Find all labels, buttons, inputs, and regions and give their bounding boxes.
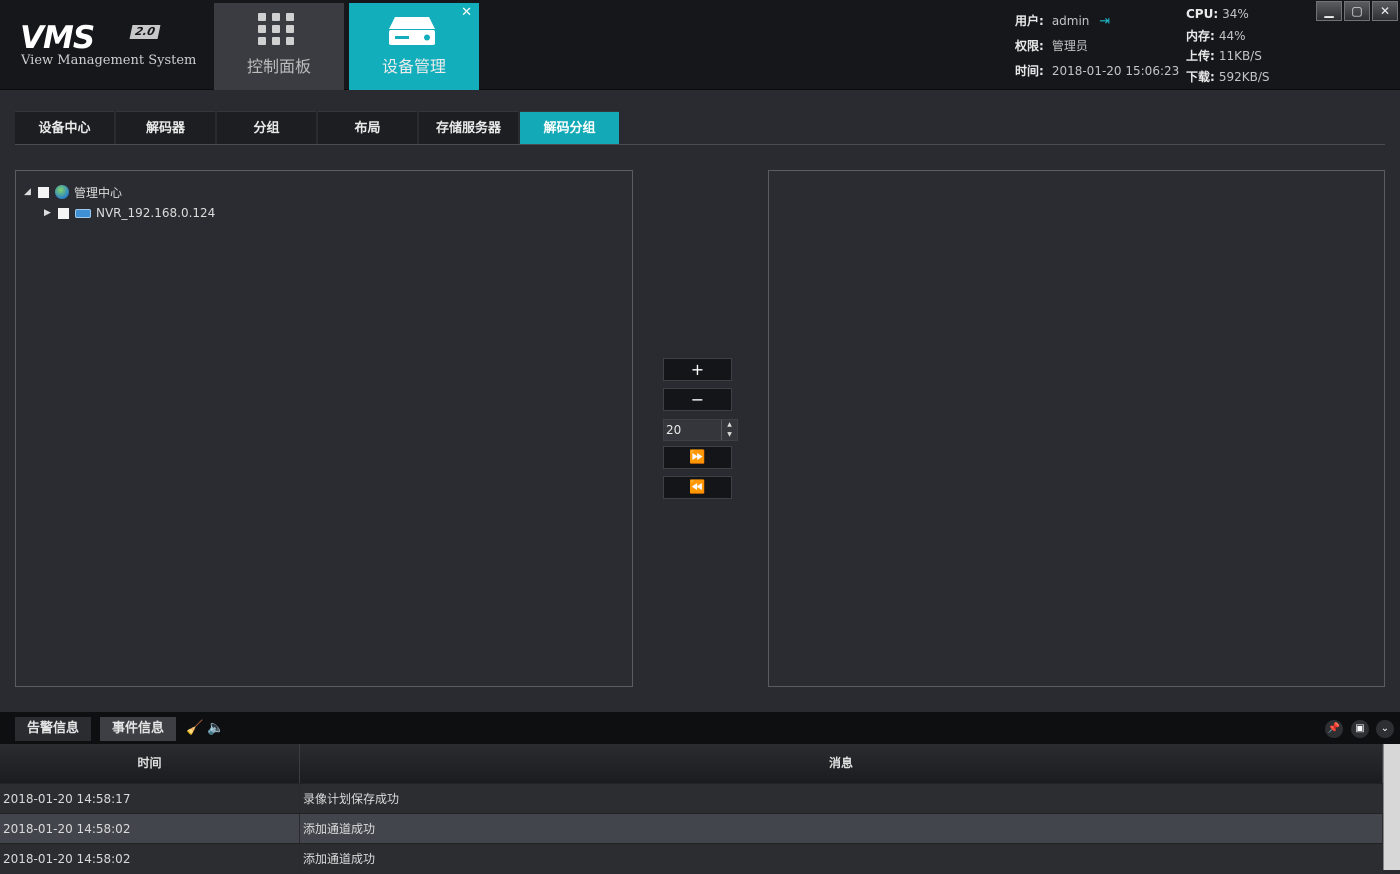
window-icon[interactable]: ▣ bbox=[1351, 720, 1369, 738]
memory-info: 内存: 44% bbox=[1186, 29, 1246, 43]
sub-tab-bar: 设备中心 解码器 分组 布局 存储服务器 解码分组 bbox=[15, 111, 619, 144]
speaker-icon[interactable]: 🔈 bbox=[207, 720, 224, 736]
pin-icon[interactable]: 📌 bbox=[1325, 720, 1343, 738]
add-button[interactable]: + bbox=[663, 358, 732, 381]
spin-up-icon[interactable]: ▲ bbox=[722, 420, 737, 430]
tab-label: 设备管理 bbox=[381, 57, 446, 76]
tab-event-info[interactable]: 事件信息 bbox=[100, 717, 177, 741]
maximize-button[interactable]: ▢ bbox=[1344, 1, 1370, 21]
device-tree-panel: ◢ 管理中心 ▶ NVR_192.168.0.124 bbox=[15, 170, 633, 687]
broom-icon[interactable]: 🧹 bbox=[186, 720, 203, 736]
upload-info: 上传: 11KB/S bbox=[1186, 49, 1262, 63]
move-all-right-button[interactable]: ⏩ bbox=[663, 446, 732, 469]
tab-decoder[interactable]: 解码器 bbox=[116, 111, 215, 144]
expand-arrow-icon[interactable]: ▶ bbox=[44, 208, 54, 218]
logout-icon[interactable]: ⇥ bbox=[1099, 14, 1110, 29]
app-header: VMS 2.0 View Management System 控制面板 设备管理… bbox=[0, 0, 1400, 90]
nvr-icon bbox=[75, 208, 91, 218]
collapse-arrow-icon[interactable]: ◢ bbox=[24, 187, 34, 197]
checkbox[interactable] bbox=[58, 207, 69, 219]
window-controls: ▁ ▢ ✕ bbox=[1316, 1, 1398, 21]
globe-icon bbox=[55, 185, 69, 199]
decode-group-panel bbox=[768, 170, 1385, 687]
table-row[interactable]: 2018-01-20 14:58:17 录像计划保存成功 bbox=[0, 783, 1383, 814]
time-info: 时间: 2018-01-20 15:06:23 bbox=[1015, 64, 1180, 78]
tab-control-panel[interactable]: 控制面板 bbox=[214, 3, 344, 90]
log-toolbar: 告警信息 事件信息 🧹 🔈 📌 ▣ ⌄ bbox=[0, 712, 1400, 744]
tree-node-label: 管理中心 bbox=[74, 185, 123, 200]
logo-subtitle: View Management System bbox=[21, 53, 197, 68]
col-time[interactable]: 时间 bbox=[0, 744, 300, 783]
table-row[interactable]: 2018-01-20 14:58:02 添加通道成功 bbox=[0, 813, 1383, 844]
download-info: 下载: 592KB/S bbox=[1186, 70, 1270, 84]
event-log-table: 时间 消息 2018-01-20 14:58:17 录像计划保存成功 2018-… bbox=[0, 744, 1400, 874]
checkbox[interactable] bbox=[38, 186, 49, 198]
tab-device-management[interactable]: 设备管理 ✕ bbox=[349, 3, 479, 90]
app-logo: VMS 2.0 View Management System bbox=[20, 20, 200, 72]
version-badge: 2.0 bbox=[129, 25, 161, 39]
spin-down-icon[interactable]: ▼ bbox=[722, 430, 737, 440]
tab-storage-server[interactable]: 存储服务器 bbox=[419, 111, 518, 144]
tree-node-label: NVR_192.168.0.124 bbox=[96, 206, 216, 220]
tab-group[interactable]: 分组 bbox=[217, 111, 316, 144]
close-button[interactable]: ✕ bbox=[1372, 1, 1398, 21]
remove-button[interactable]: − bbox=[663, 388, 732, 411]
tree-node-nvr[interactable]: ▶ NVR_192.168.0.124 bbox=[44, 204, 215, 222]
minimize-button[interactable]: ▁ bbox=[1316, 1, 1342, 21]
tab-layout[interactable]: 布局 bbox=[318, 111, 417, 144]
count-spinbox[interactable]: ▲ ▼ bbox=[663, 419, 738, 441]
scrollbar[interactable] bbox=[1383, 744, 1400, 870]
drive-icon bbox=[389, 17, 435, 45]
permission-info: 权限: 管理员 bbox=[1015, 39, 1088, 53]
table-row[interactable]: 2018-01-20 14:58:02 添加通道成功 bbox=[0, 843, 1383, 874]
table-header: 时间 消息 bbox=[0, 744, 1383, 783]
move-all-left-button[interactable]: ⏪ bbox=[663, 476, 732, 499]
tab-decode-group[interactable]: 解码分组 bbox=[520, 111, 619, 144]
cpu-info: CPU: 34% bbox=[1186, 7, 1249, 21]
tab-alarm-info[interactable]: 告警信息 bbox=[15, 717, 92, 741]
logo-text: VMS bbox=[20, 20, 95, 56]
grid-icon bbox=[258, 13, 296, 47]
user-info: 用户: admin ⇥ bbox=[1015, 14, 1111, 29]
tab-label: 控制面板 bbox=[246, 57, 311, 76]
tree-node-root[interactable]: ◢ 管理中心 bbox=[24, 183, 122, 201]
tab-device-center[interactable]: 设备中心 bbox=[15, 111, 114, 144]
count-input[interactable] bbox=[664, 420, 720, 440]
divider bbox=[15, 144, 1385, 145]
close-icon[interactable]: ✕ bbox=[461, 5, 472, 20]
collapse-icon[interactable]: ⌄ bbox=[1376, 720, 1394, 738]
col-message[interactable]: 消息 bbox=[300, 744, 1383, 783]
